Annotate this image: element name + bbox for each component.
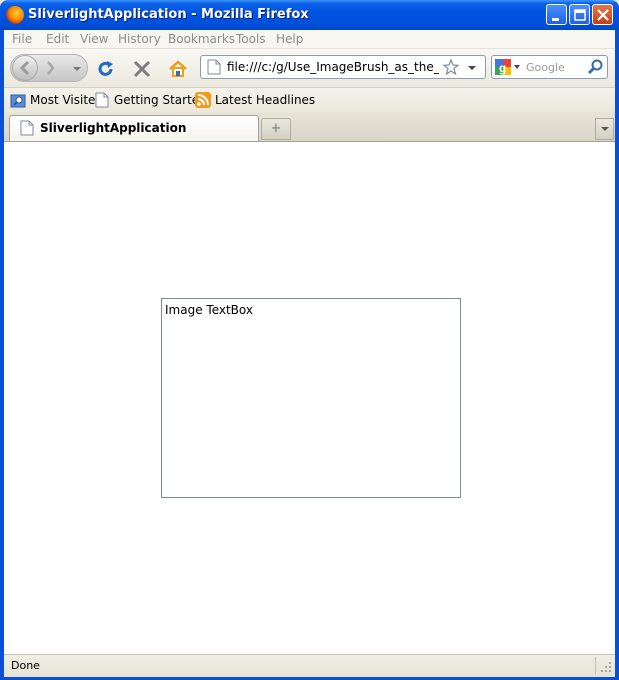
status-text: Done [11,659,40,672]
page-icon [20,120,34,136]
url-field[interactable]: file:///c:/g/Use_ImageBrush_as_the_TextB… [227,60,439,74]
close-button[interactable] [592,4,613,25]
stop-button[interactable] [132,59,152,79]
tab-bar: SliverlightApplication + [4,112,615,142]
home-icon [169,60,187,77]
status-bar: Done [4,654,615,677]
google-engine-icon[interactable]: g [495,59,511,75]
bookmark-label: Latest Headlines [215,93,316,107]
smart-folder-icon [10,94,26,108]
minimize-icon [552,18,559,21]
menu-view[interactable]: View [80,32,108,46]
bookmark-most-visited[interactable]: Most Visited [10,92,103,108]
menu-history[interactable]: History [118,32,161,46]
bookmarks-toolbar: Most Visited Getting Started Latest Head… [4,88,615,113]
navigation-toolbar: file:///c:/g/Use_ImageBrush_as_the_TextB… [4,49,615,88]
menu-bar: File Edit View History Bookmarks Tools H… [4,30,615,49]
back-arrow-icon [19,60,30,76]
home-button[interactable] [168,59,188,79]
chevron-down-icon [601,127,609,131]
firefox-logo-icon [6,6,24,24]
search-magnifier-icon[interactable] [587,59,603,75]
resize-grip-icon[interactable] [600,661,612,673]
title-bar[interactable]: SliverlightApplication - Mozilla Firefox [0,0,619,30]
stop-icon [133,60,151,78]
bookmark-star-icon[interactable] [443,59,459,75]
image-textbox[interactable]: Image TextBox [161,298,461,498]
maximize-icon [574,9,586,21]
tab-sliverlight-application[interactable]: SliverlightApplication [9,115,259,141]
textbox-text: Image TextBox [165,303,253,317]
window-title: SliverlightApplication - Mozilla Firefox [28,7,309,22]
search-input[interactable]: Google [526,61,565,74]
search-engine-chevron-icon[interactable] [514,65,520,70]
forward-button[interactable] [40,59,62,77]
reload-button[interactable] [96,59,116,79]
chevron-down-icon [73,67,81,71]
reload-icon [98,61,113,76]
forward-arrow-icon [47,61,55,75]
page-content: Image TextBox [4,142,615,654]
close-icon [597,9,609,21]
tab-label: SliverlightApplication [40,121,187,135]
url-bar[interactable]: file:///c:/g/Use_ImageBrush_as_the_TextB… [200,55,486,79]
back-button[interactable] [12,55,38,81]
bookmark-latest-headlines[interactable]: Latest Headlines [195,92,315,108]
menu-bookmarks[interactable]: Bookmarks [168,32,235,46]
maximize-button[interactable] [569,4,590,25]
url-history-chevron-icon[interactable] [467,64,477,72]
new-tab-button[interactable]: + [261,118,291,140]
browser-client: File Edit View History Bookmarks Tools H… [4,30,615,677]
svg-text:g: g [499,61,506,75]
menu-edit[interactable]: Edit [46,32,69,46]
status-divider [595,657,596,675]
menu-tools[interactable]: Tools [236,32,266,46]
bookmark-getting-started[interactable]: Getting Started [94,92,207,108]
bookmark-label: Most Visited [30,93,104,107]
browser-window: SliverlightApplication - Mozilla Firefox… [0,0,619,680]
minimize-button[interactable] [546,4,567,25]
rss-feed-icon [195,92,211,108]
menu-help[interactable]: Help [276,32,303,46]
page-icon [95,92,109,108]
back-forward-group [10,54,88,82]
page-icon [207,59,221,75]
list-all-tabs-button[interactable] [595,118,614,140]
menu-file[interactable]: File [12,32,32,46]
history-dropdown-button[interactable] [71,63,83,73]
search-bar[interactable]: g Google [491,55,608,79]
bookmark-label: Getting Started [114,93,207,107]
